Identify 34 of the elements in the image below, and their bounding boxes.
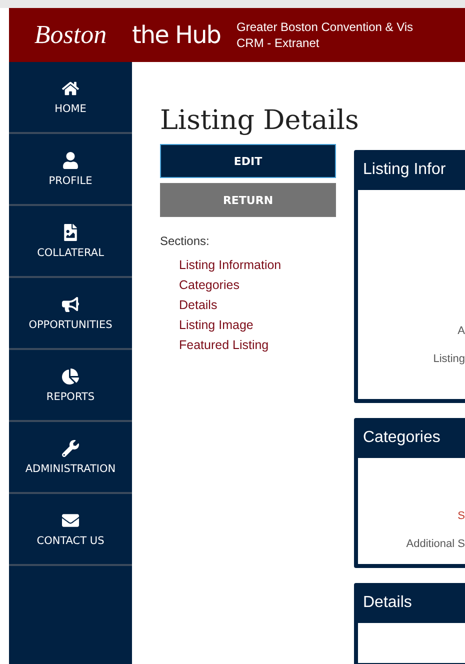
nav-item[interactable]: COLLATERAL <box>9 206 132 278</box>
nav-item[interactable]: HOME <box>9 62 132 134</box>
nav-item[interactable]: OPPORTUNITIES <box>9 278 132 350</box>
section-link[interactable]: Listing Information <box>179 258 336 272</box>
field-label: A <box>456 325 465 337</box>
page-title: Listing Details <box>160 105 360 136</box>
field-label: Listing <box>432 353 465 365</box>
field-label: S <box>456 510 465 522</box>
card-title: Details <box>362 593 413 613</box>
nav-item[interactable]: ADMINISTRATION <box>9 422 132 494</box>
nav-item[interactable]: PROFILE <box>9 134 132 206</box>
nav-item[interactable]: CONTACT US <box>9 494 132 566</box>
return-button[interactable]: RETURN <box>160 183 336 217</box>
section-link[interactable]: Categories <box>179 278 336 292</box>
pie-chart-icon <box>62 368 79 384</box>
home-icon <box>62 80 79 96</box>
field-label: Additional S <box>405 538 465 550</box>
site-subtitle: CRM - Extranet <box>236 35 320 51</box>
logo-text: Boston <box>33 20 108 50</box>
section-link[interactable]: Featured Listing <box>179 338 336 352</box>
logo-text: the Hub <box>132 21 221 49</box>
section-link[interactable]: Details <box>179 298 336 312</box>
card-title: Listing Infor <box>362 160 447 180</box>
site-title: Greater Boston Convention & Vis <box>236 19 414 35</box>
image-file-icon <box>62 224 79 240</box>
section-link[interactable]: Listing Image <box>179 318 336 332</box>
envelope-icon <box>62 512 79 528</box>
nav-item[interactable]: REPORTS <box>9 350 132 422</box>
wrench-icon <box>62 440 79 456</box>
user-icon <box>62 152 79 168</box>
sections-label: Sections: <box>160 234 210 248</box>
megaphone-icon <box>62 296 79 312</box>
edit-button[interactable]: EDIT <box>160 144 336 178</box>
card-title: Categories <box>362 428 442 448</box>
